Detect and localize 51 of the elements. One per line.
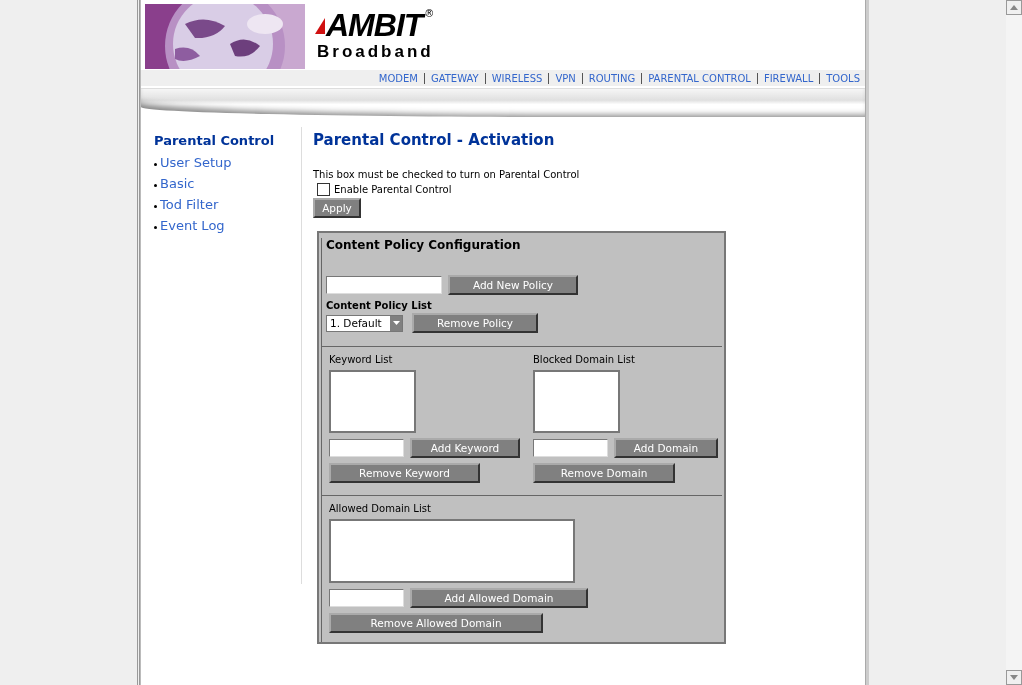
text-field[interactable] (329, 439, 404, 457)
policy-name-field[interactable] (326, 276, 442, 294)
bullet-icon (154, 225, 157, 229)
remove-button[interactable]: Remove Domain (533, 463, 675, 483)
checkbox[interactable] (317, 183, 330, 196)
triangle-icon (315, 18, 325, 34)
scroll-up-button[interactable] (1006, 0, 1022, 15)
checkbox-label: Enable Parental Control (334, 184, 452, 195)
logo-tagline: Broadband (317, 42, 435, 62)
bullet-icon (154, 204, 157, 208)
up-arrow-icon (1010, 5, 1018, 10)
policy-dropdown[interactable]: 1. Default (326, 314, 403, 332)
sidebar-link[interactable]: User Setup (160, 155, 232, 170)
nav-link[interactable]: MODEM (378, 72, 418, 84)
add-policy-button[interactable]: Add New Policy (448, 275, 578, 295)
list-label: Keyword List (329, 354, 394, 365)
sidebar-link[interactable]: Tod Filter (160, 197, 219, 212)
nav-link[interactable]: FIREWALL (763, 72, 814, 84)
scroll-down-button[interactable] (1006, 670, 1022, 685)
bullet-icon (154, 162, 157, 166)
list-box[interactable] (329, 519, 575, 583)
nav-link[interactable]: WIRELESS (491, 72, 543, 84)
apply-button[interactable]: Apply (313, 198, 361, 218)
instruction-text: This box must be checked to turn on Parental Control (313, 169, 581, 180)
scrollbar[interactable] (1006, 0, 1022, 685)
add-button[interactable]: Add Domain (614, 438, 718, 458)
list-box[interactable] (533, 370, 620, 433)
list-label: Blocked Domain List (533, 354, 636, 365)
text-field[interactable] (329, 589, 404, 607)
add-button[interactable]: Add Keyword (410, 438, 520, 458)
list-label: Content Policy List (326, 300, 433, 311)
text-field[interactable] (533, 439, 608, 457)
sidebar-link[interactable]: Basic (160, 176, 195, 191)
list-label: Allowed Domain List (329, 503, 432, 514)
add-button[interactable]: Add Allowed Domain (410, 588, 588, 608)
bullet-icon (154, 183, 157, 187)
remove-button[interactable]: Remove Keyword (329, 463, 480, 483)
nav-link[interactable]: PARENTAL CONTROL (648, 72, 751, 84)
registered-mark: ® (424, 8, 435, 19)
list-box[interactable] (329, 370, 416, 433)
page-title: Parental Control - Activation (313, 131, 556, 149)
sidebar-title[interactable]: Parental Control (154, 133, 301, 148)
nav-link[interactable]: VPN (555, 72, 576, 84)
nav-link[interactable]: ROUTING (588, 72, 636, 84)
nav-link[interactable]: TOOLS (826, 72, 860, 84)
panel-title: Content Policy Configuration (326, 238, 522, 252)
nav-link[interactable]: GATEWAY (430, 72, 479, 84)
remove-policy-button[interactable]: Remove Policy (412, 313, 538, 333)
down-arrow-icon (1010, 675, 1018, 680)
sidebar-link[interactable]: Event Log (160, 218, 225, 233)
remove-button[interactable]: Remove Allowed Domain (329, 613, 543, 633)
